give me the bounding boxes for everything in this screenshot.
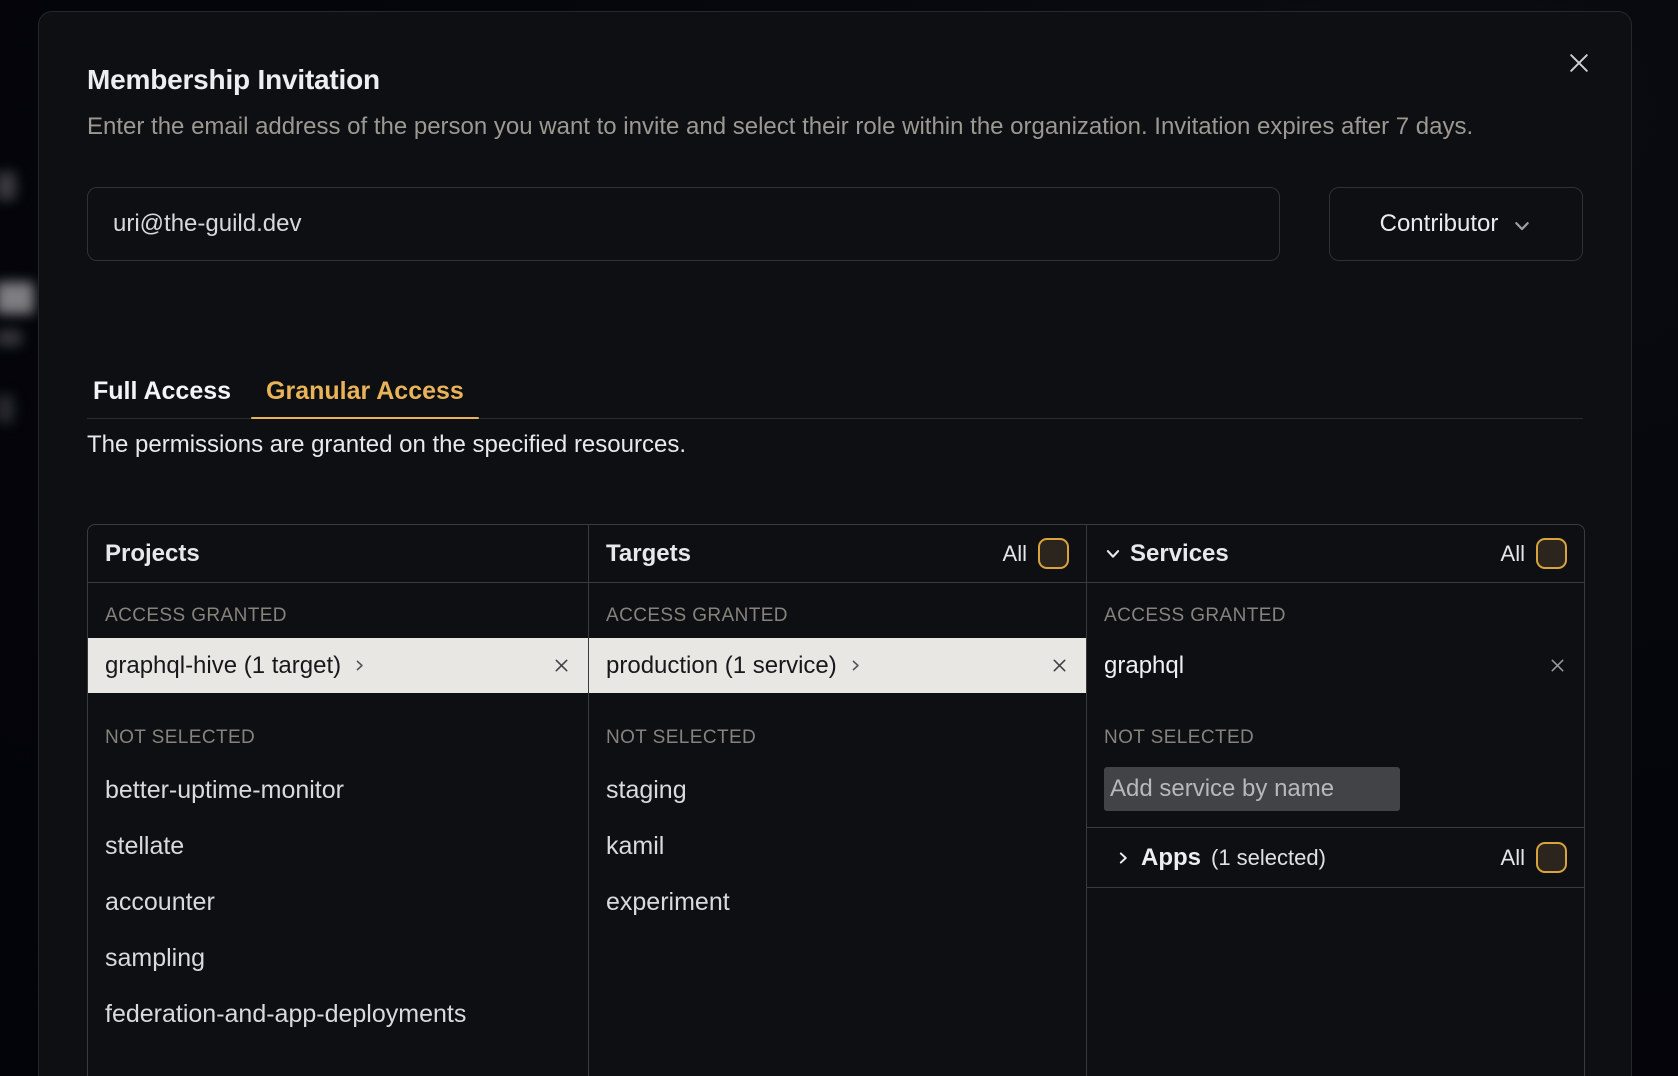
x-icon — [1548, 656, 1567, 675]
role-select-value: Contributor — [1380, 210, 1499, 238]
targets-title: Targets — [606, 540, 691, 568]
targets-list: staging kamil experiment — [589, 762, 1086, 930]
apps-label: Apps — [1141, 844, 1201, 872]
apps-section-row[interactable]: Apps (1 selected) All — [1087, 827, 1584, 888]
background-artifact — [0, 395, 14, 423]
targets-access-granted-label: ACCESS GRANTED — [589, 583, 1086, 638]
remove-project-button[interactable] — [552, 656, 571, 675]
tab-full-access[interactable]: Full Access — [78, 365, 246, 418]
close-icon — [1566, 50, 1592, 76]
selected-project-name: graphql-hive (1 target) — [105, 652, 341, 680]
membership-invitation-dialog: Membership Invitation Enter the email ad… — [38, 11, 1632, 1076]
projects-header: Projects — [88, 525, 589, 582]
remove-service-button[interactable] — [1548, 656, 1567, 675]
add-service-input[interactable] — [1104, 767, 1400, 811]
apps-all-label: All — [1501, 845, 1525, 871]
selected-service-name: graphql — [1104, 652, 1184, 680]
chevron-right-icon — [1115, 850, 1131, 866]
project-list-item[interactable]: sampling — [88, 930, 588, 986]
services-all-checkbox[interactable] — [1536, 538, 1567, 569]
resource-picker-body: ACCESS GRANTED graphql-hive (1 target) N… — [88, 583, 1584, 1076]
targets-all-checkbox[interactable] — [1038, 538, 1069, 569]
role-select[interactable]: Contributor — [1329, 187, 1583, 261]
close-button[interactable] — [1565, 49, 1593, 77]
targets-column: ACCESS GRANTED production (1 service) NO… — [589, 583, 1087, 1076]
remove-target-button[interactable] — [1050, 656, 1069, 675]
selected-project-row[interactable]: graphql-hive (1 target) — [88, 638, 588, 693]
services-not-selected-label: NOT SELECTED — [1087, 693, 1584, 762]
selected-target-row[interactable]: production (1 service) — [589, 638, 1086, 693]
x-icon — [1050, 656, 1069, 675]
projects-access-granted-label: ACCESS GRANTED — [88, 583, 588, 638]
invite-form-row: Contributor — [87, 187, 1583, 261]
x-icon — [552, 656, 571, 675]
targets-not-selected-label: NOT SELECTED — [589, 693, 1086, 762]
chevron-right-icon — [848, 658, 863, 673]
selected-service-row[interactable]: graphql — [1087, 638, 1584, 693]
target-list-item[interactable]: staging — [589, 762, 1086, 818]
tab-granular-access[interactable]: Granular Access — [251, 365, 479, 418]
targets-all-label: All — [1003, 541, 1027, 567]
services-title: Services — [1130, 540, 1229, 568]
resource-picker-header: Projects Targets All Services All — [88, 525, 1584, 583]
projects-list: better-uptime-monitor stellate accounter… — [88, 762, 588, 1042]
project-list-item[interactable]: federation-and-app-deployments — [88, 986, 588, 1042]
email-field[interactable] — [87, 187, 1280, 261]
target-list-item[interactable]: kamil — [589, 818, 1086, 874]
services-column: ACCESS GRANTED graphql NOT SELECTED Ap — [1087, 583, 1584, 1076]
chevron-right-icon — [352, 658, 367, 673]
background-artifact — [0, 330, 22, 346]
permissions-note: The permissions are granted on the speci… — [87, 427, 1583, 462]
apps-all-checkbox[interactable] — [1536, 842, 1567, 873]
access-tabs: Full Access Granular Access — [87, 365, 1583, 419]
target-list-item[interactable]: experiment — [589, 874, 1086, 930]
chevron-down-icon — [1512, 216, 1532, 236]
projects-not-selected-label: NOT SELECTED — [88, 693, 588, 762]
services-access-granted-label: ACCESS GRANTED — [1087, 583, 1584, 638]
project-list-item[interactable]: accounter — [88, 874, 588, 930]
project-list-item[interactable]: better-uptime-monitor — [88, 762, 588, 818]
resource-picker: Projects Targets All Services All — [87, 524, 1585, 1076]
services-all-label: All — [1501, 541, 1525, 567]
targets-header: Targets All — [589, 525, 1087, 582]
projects-title: Projects — [105, 540, 200, 568]
dialog-description: Enter the email address of the person yo… — [87, 109, 1585, 144]
selected-target-name: production (1 service) — [606, 652, 837, 680]
dialog-title: Membership Invitation — [87, 64, 1583, 96]
services-header: Services All — [1087, 525, 1584, 582]
background-artifact — [0, 172, 16, 200]
project-list-item[interactable]: stellate — [88, 818, 588, 874]
apps-selected-count: (1 selected) — [1211, 845, 1326, 871]
services-collapse-chevron-down-icon[interactable] — [1104, 545, 1122, 563]
background-artifact — [0, 282, 34, 314]
projects-column: ACCESS GRANTED graphql-hive (1 target) N… — [88, 583, 589, 1076]
